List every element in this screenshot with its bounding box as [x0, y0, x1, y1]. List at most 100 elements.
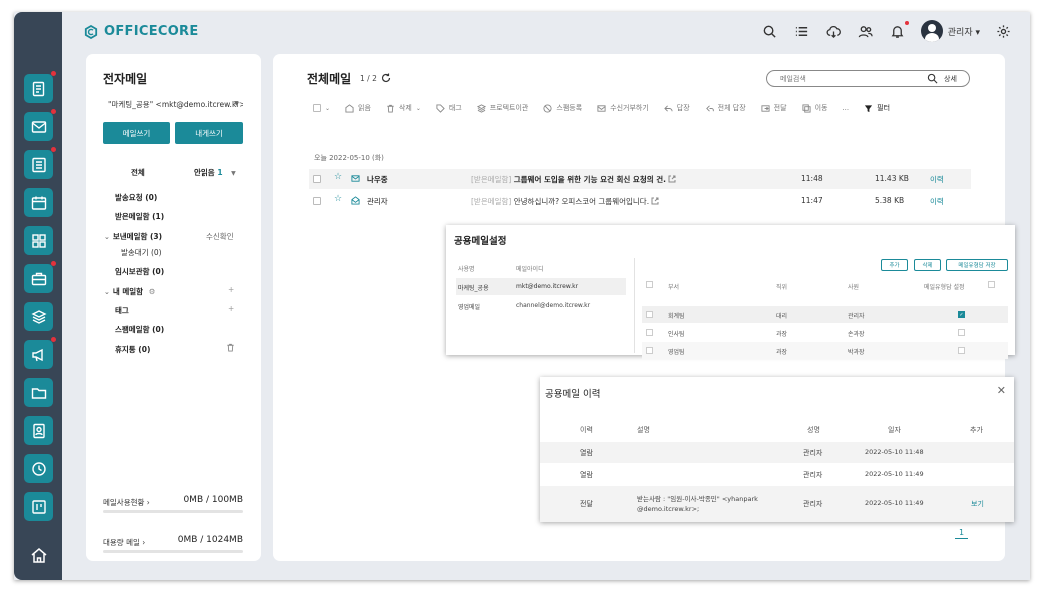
brand-name: OFFICECORE	[104, 24, 199, 39]
row-checkbox[interactable]	[313, 197, 321, 205]
manager-checkbox[interactable]: ✓	[958, 311, 965, 318]
chevron-down-icon[interactable]: ▼	[234, 100, 239, 107]
col-rank: 직위	[776, 284, 788, 291]
search-icon[interactable]	[927, 73, 938, 84]
move-button[interactable]: 이동	[802, 103, 827, 113]
filter-unread[interactable]: 안읽음 1 ▼	[194, 167, 236, 178]
date-group-header: 오늘 2022-05-10 (화)	[314, 154, 384, 162]
external-link-icon[interactable]	[651, 197, 659, 205]
mail-history-link[interactable]: 이력	[930, 196, 944, 207]
gear-icon[interactable]: ⚙	[149, 287, 156, 296]
folder-my-label: 내 메일함	[112, 287, 144, 296]
write-to-self-button[interactable]: 내게쓰기	[175, 122, 243, 144]
folder-drafts[interactable]: 임시보관함 (0)	[115, 266, 164, 277]
layers-icon[interactable]	[24, 302, 53, 331]
search-icon[interactable]	[761, 22, 779, 40]
save-manager-button[interactable]: 메일유형담 저장	[946, 259, 1008, 271]
select-all-checkbox[interactable]	[646, 281, 653, 288]
delete-button[interactable]: 삭제	[914, 259, 941, 271]
folder-sent[interactable]: ⌄ 보낸메일함 (3)	[104, 231, 162, 242]
account-row[interactable]: 영업메일 channel@demo.itcrew.kr	[456, 297, 626, 314]
reply-all-button[interactable]: 전체 답장	[705, 103, 746, 113]
account-select[interactable]: "마케팅_공용" <mkt@demo.itcrew.kr>	[108, 99, 243, 110]
folder-icon[interactable]	[24, 378, 53, 407]
mail-subject[interactable]: [받은메일함] 안녕하십니까? 오피스코어 그룹웨어입니다.	[471, 196, 659, 207]
manager-checkbox[interactable]	[958, 329, 965, 336]
star-icon[interactable]: ☆	[334, 172, 342, 182]
mail-search[interactable]: 메일검색 상세	[766, 70, 970, 87]
filter-button[interactable]: 필터	[864, 103, 890, 113]
clock-icon[interactable]	[24, 454, 53, 483]
folder-inbox[interactable]: 받은메일함 (1)	[115, 211, 164, 222]
external-link-icon[interactable]	[668, 175, 676, 183]
row-checkbox[interactable]	[313, 175, 321, 183]
large-mail-link[interactable]: 대용량 메일 ›	[103, 537, 145, 548]
board-icon[interactable]	[24, 147, 56, 179]
apps-grid-icon[interactable]	[24, 226, 53, 255]
folder-my-folders[interactable]: ⌄ 내 메일함 ⚙	[104, 286, 155, 297]
megaphone-icon[interactable]	[24, 337, 56, 369]
reply-button[interactable]: 답장	[664, 103, 690, 113]
folder-trash[interactable]: 휴지통 (0)	[115, 344, 150, 355]
view-link[interactable]: 보기	[971, 499, 984, 509]
table-row[interactable]: 회계팀 대리 관리자 ✓	[642, 306, 1008, 323]
reject-button[interactable]: 수신거부하기	[597, 103, 649, 113]
refresh-icon[interactable]	[381, 73, 391, 83]
mail-row[interactable]: ☆ 나우중 [받은메일함] 그룹웨어 도입을 위한 기능 요건 회신 요청의 건…	[309, 169, 971, 189]
pager-page-1[interactable]: 1	[955, 528, 969, 539]
user-name: 관리자 ▾	[947, 27, 980, 38]
row-checkbox[interactable]	[646, 311, 653, 318]
search-detail-button[interactable]: 상세	[944, 74, 957, 84]
bell-icon[interactable]	[889, 21, 909, 40]
approval-doc-icon[interactable]	[24, 71, 56, 103]
write-mail-button[interactable]: 메일쓰기	[103, 122, 170, 144]
user-menu[interactable]: 관리자 ▾	[920, 20, 980, 42]
list-icon[interactable]	[793, 22, 811, 40]
add-tag-icon[interactable]: +	[228, 304, 234, 313]
gear-icon[interactable]	[994, 22, 1012, 40]
more-button[interactable]: ...	[842, 104, 849, 112]
folder-spam[interactable]: 스팸메일함 (0)	[115, 324, 164, 335]
kanban-icon[interactable]	[24, 492, 53, 521]
table-row[interactable]: 영업팀 과장 박과장	[642, 342, 1008, 359]
mail-history-link[interactable]: 이력	[930, 174, 944, 185]
folder-sent-pending[interactable]: 발송대기 (0)	[121, 247, 162, 258]
mail-icon[interactable]	[24, 109, 56, 141]
brand-logo[interactable]: OFFICECORE	[84, 24, 199, 39]
tag-button[interactable]: 태그	[436, 103, 462, 113]
mail-folder-tag: [받은메일함]	[471, 197, 512, 206]
spam-button[interactable]: 스팸등록	[543, 103, 582, 113]
users-icon[interactable]	[857, 22, 875, 40]
table-header: 이력 설명 성명 일자 추가	[540, 419, 1014, 441]
row-checkbox[interactable]	[646, 347, 653, 354]
receipt-check-link[interactable]: 수신확인	[206, 231, 234, 242]
forward-button[interactable]: 전달	[761, 103, 787, 113]
protect-button[interactable]: 프로텍트이관	[476, 103, 528, 113]
folder-send-request[interactable]: 발송요청 (0)	[115, 192, 157, 203]
manager-checkbox[interactable]	[958, 347, 965, 354]
add-folder-icon[interactable]: +	[228, 285, 234, 294]
table-row: 열람 관리자 2022-05-10 11:49	[540, 464, 1014, 485]
table-row[interactable]: 인사팀 과장 손과장	[642, 324, 1008, 341]
mail-time: 11:47	[801, 196, 823, 205]
calendar-icon[interactable]	[24, 188, 53, 217]
folder-tags[interactable]: 태그	[115, 305, 129, 316]
star-icon[interactable]: ☆	[334, 194, 342, 204]
add-button[interactable]: 추가	[881, 259, 908, 271]
account-row[interactable]: 마케팅_공용 mkt@demo.itcrew.kr	[456, 278, 626, 295]
delete-button[interactable]: 삭제 ⌄	[386, 103, 421, 113]
briefcase-icon[interactable]	[24, 261, 56, 293]
trash-icon[interactable]	[226, 343, 235, 352]
mail-subject[interactable]: [받은메일함] 그룹웨어 도입을 위한 기능 요건 회신 요청의 건.	[471, 174, 676, 185]
row-checkbox[interactable]	[646, 329, 653, 336]
mail-usage-link[interactable]: 메일사용현황 ›	[103, 497, 150, 508]
select-all-checkbox[interactable]: ⌄	[313, 104, 330, 112]
mail-row[interactable]: ☆ 관리자 [받은메일함] 안녕하십니까? 오피스코어 그룹웨어입니다. 11:…	[309, 191, 971, 211]
manager-all-checkbox[interactable]	[988, 281, 995, 288]
cloud-download-icon[interactable]	[825, 22, 843, 40]
close-icon[interactable]: ✕	[997, 384, 1006, 397]
read-button[interactable]: 읽음	[345, 103, 371, 113]
address-book-icon[interactable]	[24, 416, 53, 445]
home-icon[interactable]	[30, 546, 48, 564]
filter-all[interactable]: 전체	[131, 167, 145, 178]
